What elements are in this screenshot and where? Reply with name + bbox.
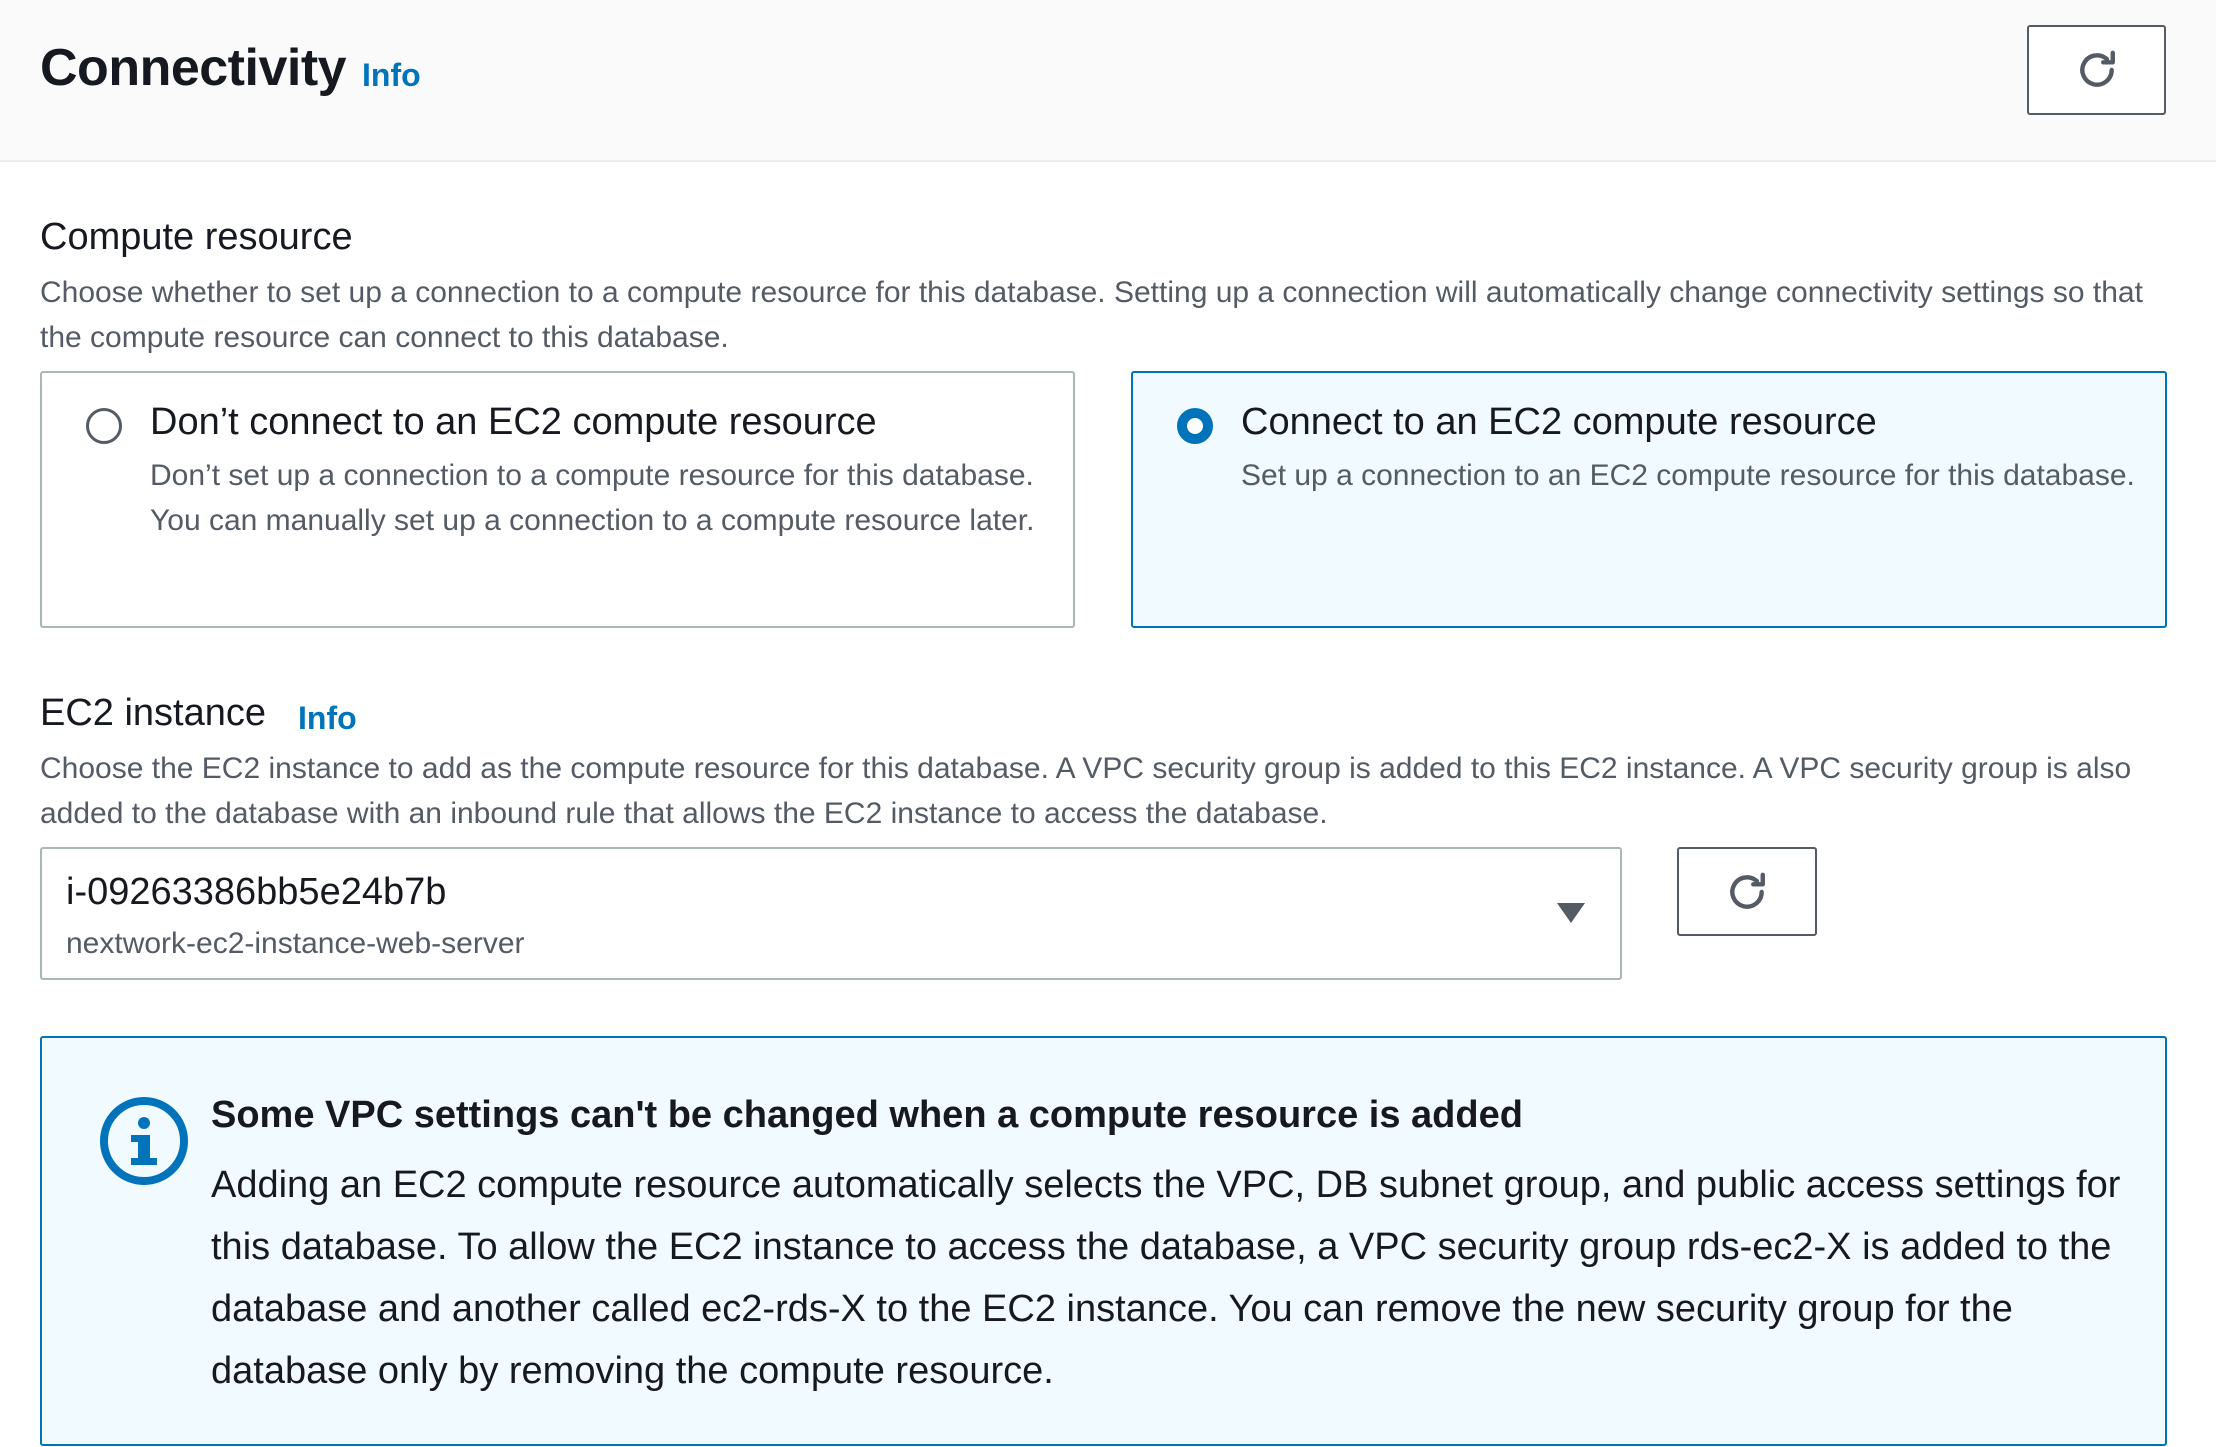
radio-dont-connect[interactable] [86, 408, 122, 444]
option-dont-connect-description: Don’t set up a connection to a compute r… [150, 459, 1035, 537]
compute-resource-description: Choose whether to set up a connection to… [40, 276, 2143, 354]
option-dont-connect-tile[interactable]: Don’t connect to an EC2 compute resource… [40, 371, 1075, 628]
ec2-instance-select[interactable]: i-09263386bb5e24b7b nextwork-ec2-instanc… [40, 847, 1622, 980]
selected-instance-name: nextwork-ec2-instance-web-server [66, 927, 525, 960]
refresh-icon [1730, 872, 1765, 909]
option-connect-title: Connect to an EC2 compute resource [1241, 401, 1877, 443]
header-info-link[interactable]: Info [362, 57, 421, 94]
alert-body: Adding an EC2 compute resource automatic… [211, 1164, 2121, 1392]
refresh-icon [2079, 50, 2115, 87]
ec2-instance-description: Choose the EC2 instance to add as the co… [40, 752, 2132, 830]
option-connect-description: Set up a connection to an EC2 compute re… [1241, 459, 2135, 492]
connectivity-header: Connectivity Info [0, 0, 2216, 162]
page-title: Connectivity [40, 39, 347, 97]
instance-refresh-button[interactable] [1677, 847, 1817, 936]
ec2-instance-info-link[interactable]: Info [298, 700, 357, 737]
alert-title: Some VPC settings can't be changed when … [211, 1094, 1523, 1136]
caret-down-icon[interactable] [1557, 903, 1585, 923]
info-alert: Some VPC settings can't be changed when … [40, 1036, 2167, 1446]
header-refresh-button[interactable] [2027, 25, 2166, 115]
selected-instance-id: i-09263386bb5e24b7b [66, 871, 447, 913]
option-dont-connect-title: Don’t connect to an EC2 compute resource [150, 401, 877, 443]
radio-connect[interactable] [1177, 408, 1213, 444]
option-connect-tile[interactable]: Connect to an EC2 compute resource Set u… [1131, 371, 2167, 628]
ec2-instance-label: EC2 instance [40, 692, 267, 734]
info-circle-icon [100, 1097, 188, 1185]
compute-resource-label: Compute resource [40, 216, 353, 258]
